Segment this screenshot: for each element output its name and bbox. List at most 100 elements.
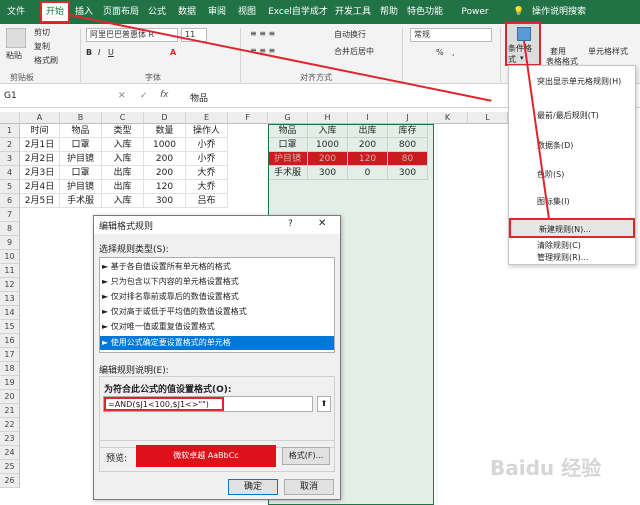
row-header[interactable]: 18 <box>0 362 20 376</box>
table-cell[interactable]: 200 <box>144 166 186 180</box>
comma-button[interactable]: , <box>452 48 455 57</box>
tab-data[interactable]: 数据 <box>174 0 200 24</box>
row-header[interactable]: 15 <box>0 320 20 334</box>
row-header[interactable]: 8 <box>0 222 20 236</box>
row-header[interactable]: 6 <box>0 194 20 208</box>
table-cell[interactable]: 2月3日 <box>20 166 60 180</box>
tell-me-search[interactable]: 操作说明搜索 <box>528 0 590 24</box>
table-cell[interactable]: 120 <box>144 180 186 194</box>
row-header[interactable]: 26 <box>0 474 20 488</box>
tab-help[interactable]: 帮助 <box>376 0 402 24</box>
paste-button[interactable]: 粘贴 <box>6 50 22 61</box>
table-cell[interactable]: 小乔 <box>186 138 228 152</box>
column-header-h[interactable]: H <box>308 112 348 124</box>
bold-button[interactable]: B <box>86 48 92 57</box>
row-header[interactable]: 9 <box>0 236 20 250</box>
row-header[interactable]: 25 <box>0 460 20 474</box>
cell-style-button[interactable]: 单元格样式 <box>588 46 628 57</box>
row-header[interactable]: 5 <box>0 180 20 194</box>
row-header[interactable]: 10 <box>0 250 20 264</box>
rule-type-item[interactable]: ► 只为包含以下内容的单元格设置格式 <box>102 276 239 287</box>
formula-field[interactable]: =AND($J1<100,$J1<>"") <box>104 397 224 411</box>
tab-formulas[interactable]: 公式 <box>144 0 170 24</box>
table-cell[interactable]: 300 <box>144 194 186 208</box>
row-header[interactable]: 13 <box>0 292 20 306</box>
cancel-button[interactable]: 取消 <box>284 479 334 495</box>
cancel-icon[interactable]: ✕ <box>118 91 126 101</box>
menu-color-scales[interactable]: 色阶(S) <box>509 165 635 185</box>
column-header-k[interactable]: K <box>428 112 468 124</box>
column-header-a[interactable]: A <box>20 112 60 124</box>
row-header[interactable]: 22 <box>0 418 20 432</box>
table-cell[interactable]: 入库 <box>102 152 144 166</box>
menu-new-rule[interactable]: 新建规则(N)... <box>509 218 635 238</box>
row-header[interactable]: 11 <box>0 264 20 278</box>
table-cell[interactable]: 200 <box>144 152 186 166</box>
row-header[interactable]: 23 <box>0 432 20 446</box>
tab-review[interactable]: 审阅 <box>204 0 230 24</box>
table-cell[interactable]: 小乔 <box>186 152 228 166</box>
row-header[interactable]: 7 <box>0 208 20 222</box>
row-header[interactable]: 21 <box>0 404 20 418</box>
table-cell[interactable]: 口罩 <box>60 166 102 180</box>
number-format-combo[interactable]: 常规 <box>410 28 492 42</box>
row-header[interactable]: 3 <box>0 152 20 166</box>
tab-special[interactable]: 特色功能 <box>405 0 445 24</box>
table-cell[interactable]: 手术服 <box>60 194 102 208</box>
table-cell[interactable]: 1000 <box>144 138 186 152</box>
paste-icon[interactable] <box>6 28 26 48</box>
row-header[interactable]: 17 <box>0 348 20 362</box>
table-cell[interactable]: 出库 <box>102 180 144 194</box>
table-cell[interactable]: 口罩 <box>60 138 102 152</box>
row-header[interactable]: 2 <box>0 138 20 152</box>
table-cell[interactable]: 吕布 <box>186 194 228 208</box>
row-header[interactable]: 4 <box>0 166 20 180</box>
table-cell[interactable]: 护目镜 <box>60 152 102 166</box>
tab-view[interactable]: 视图 <box>234 0 260 24</box>
tab-file[interactable]: 文件 <box>2 0 30 24</box>
menu-data-bars[interactable]: 数据条(D) <box>509 136 635 156</box>
table-cell[interactable]: 2月4日 <box>20 180 60 194</box>
select-all-corner[interactable] <box>0 112 20 124</box>
column-header-g[interactable]: G <box>268 112 308 124</box>
table-cell[interactable]: 2月1日 <box>20 138 60 152</box>
function-icon[interactable]: fx <box>160 90 169 100</box>
menu-icon-sets[interactable]: 图标集(I) <box>509 192 635 212</box>
row-header[interactable]: 1 <box>0 124 20 138</box>
font-color-button[interactable]: A <box>170 48 176 57</box>
table-header-cell[interactable]: 时间 <box>20 124 60 138</box>
rule-type-item[interactable]: ► 仅对排名靠前或靠后的数值设置格式 <box>102 291 239 302</box>
table-cell[interactable]: 护目镜 <box>60 180 102 194</box>
table-header-cell[interactable]: 数量 <box>144 124 186 138</box>
row-header[interactable]: 16 <box>0 334 20 348</box>
align-top-icon[interactable]: ≡ ≡ ≡ <box>250 29 275 38</box>
ok-button[interactable]: 确定 <box>228 479 278 495</box>
tab-developer[interactable]: 开发工具 <box>333 0 373 24</box>
copy-button[interactable]: 复制 <box>34 41 50 52</box>
column-header-c[interactable]: C <box>102 112 144 124</box>
column-header-l[interactable]: L <box>468 112 508 124</box>
column-header-d[interactable]: D <box>144 112 186 124</box>
table-header-cell[interactable]: 类型 <box>102 124 144 138</box>
row-header[interactable]: 14 <box>0 306 20 320</box>
column-header-j[interactable]: J <box>388 112 428 124</box>
wrap-text-button[interactable]: 自动换行 <box>334 29 366 40</box>
enter-icon[interactable]: ✓ <box>140 91 148 101</box>
table-cell[interactable]: 2月5日 <box>20 194 60 208</box>
merge-center-button[interactable]: 合并后居中 <box>334 46 374 57</box>
table-header-cell[interactable]: 物品 <box>60 124 102 138</box>
close-icon[interactable]: ✕ <box>318 218 326 229</box>
tab-power-pivot[interactable]: Power Pivot <box>449 0 501 41</box>
italic-button[interactable]: I <box>98 48 100 57</box>
table-cell[interactable]: 入库 <box>102 138 144 152</box>
percent-button[interactable]: % <box>436 48 444 57</box>
name-box[interactable]: G1 <box>4 91 94 105</box>
table-cell[interactable]: 2月2日 <box>20 152 60 166</box>
menu-manage-rules[interactable]: 管理规则(R)... <box>509 252 635 266</box>
column-header-i[interactable]: I <box>348 112 388 124</box>
column-header-f[interactable]: F <box>228 112 268 124</box>
collapse-dialog-icon[interactable]: ⬆ <box>317 396 331 412</box>
formula-input[interactable]: 物品 <box>190 91 208 104</box>
row-header[interactable]: 12 <box>0 278 20 292</box>
table-cell[interactable]: 大乔 <box>186 166 228 180</box>
